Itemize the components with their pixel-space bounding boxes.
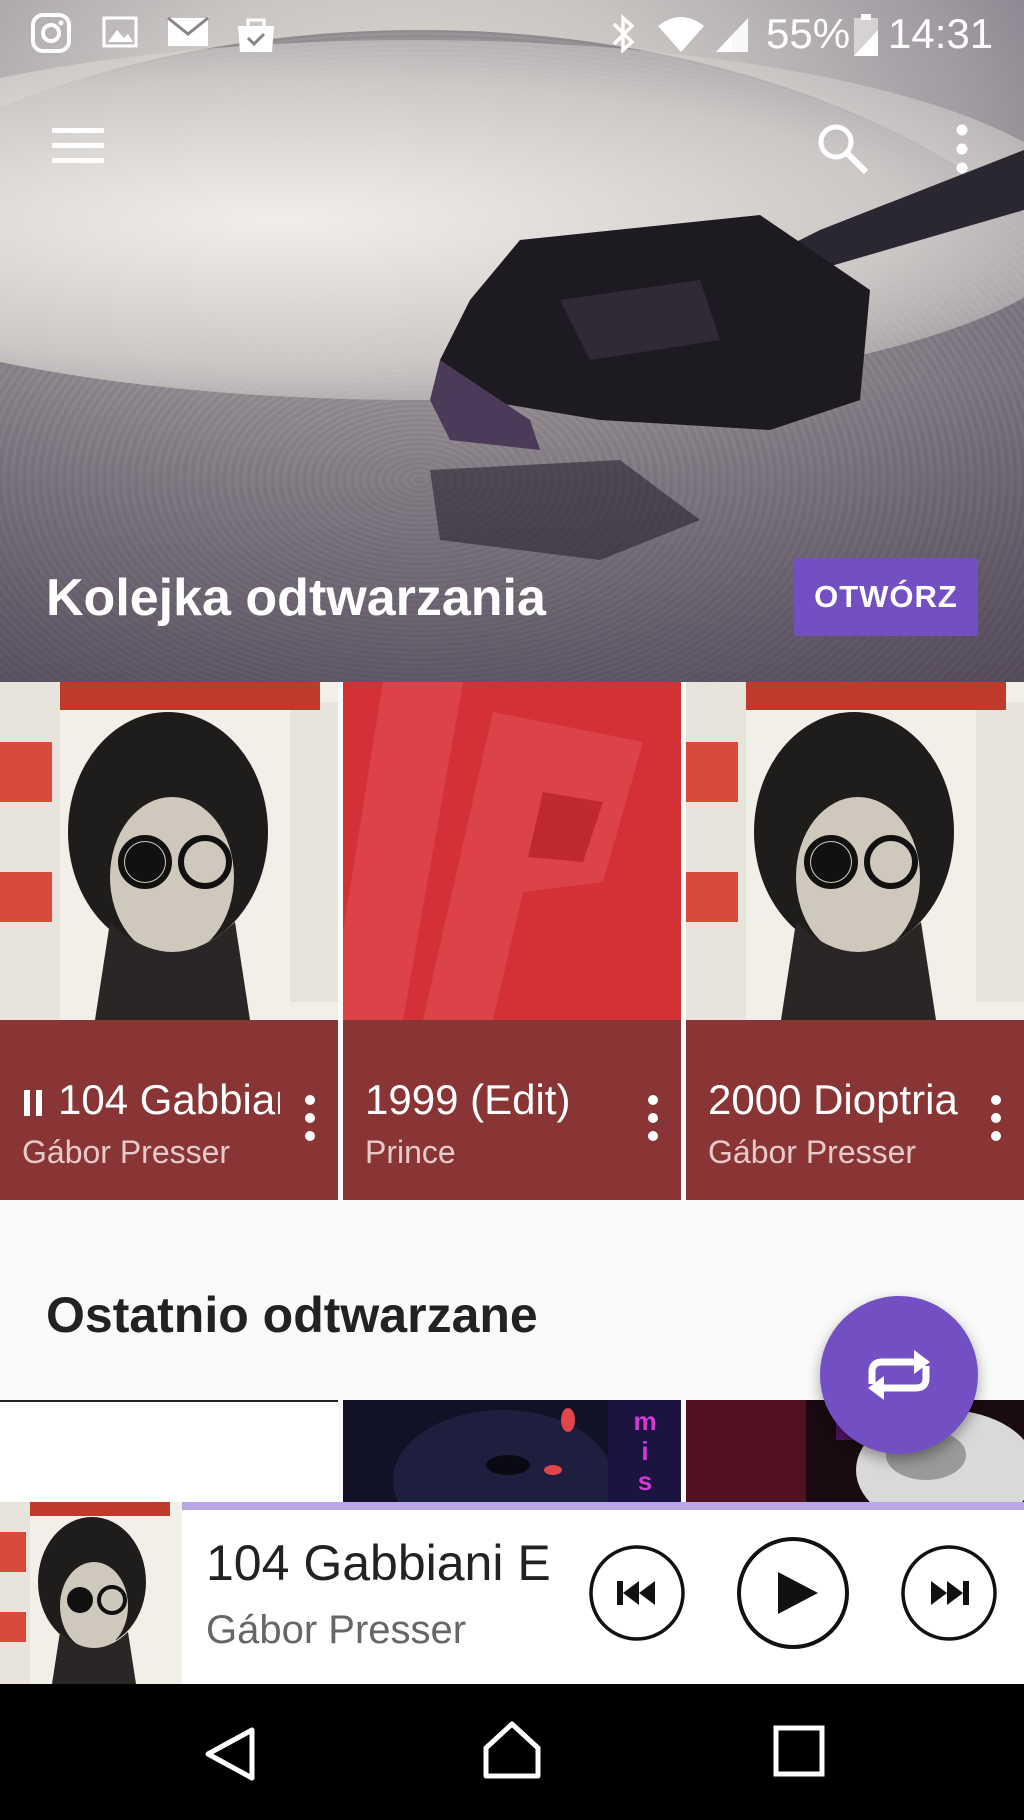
card-artist: Gábor Presser: [22, 1134, 231, 1170]
album-art-placeholder: [343, 682, 681, 1020]
recent-thumb-text: m i s: [633, 1406, 657, 1496]
now-playing-artist: Gábor Presser: [206, 1608, 467, 1652]
album-art-portrait: [0, 682, 338, 1020]
home-icon[interactable]: [480, 1718, 544, 1787]
card-title: 1999 (Edit): [365, 1076, 571, 1123]
queue-hero-banner[interactable]: 55% 14:31 Kolejka odtwarzania OTWÓRZ: [0, 0, 1024, 682]
skip-previous-icon: [589, 1545, 685, 1641]
mail-icon: [166, 12, 210, 57]
hamburger-icon[interactable]: [50, 124, 106, 173]
skip-previous-button[interactable]: [588, 1544, 686, 1647]
bluetooth-icon: [608, 12, 638, 61]
recent-section-title: Ostatnio odtwarzane: [46, 1287, 538, 1343]
card-title: 104 Gabbiani E: [58, 1076, 280, 1123]
card-more-icon[interactable]: [633, 1090, 673, 1150]
status-bar: 55% 14:31: [0, 0, 1024, 70]
battery-percent: 55%: [766, 10, 851, 57]
skip-next-icon: [901, 1545, 997, 1641]
recent-item-2[interactable]: m i s: [343, 1400, 681, 1502]
album-art-portrait: [686, 682, 1024, 1020]
clock: 14:31: [888, 10, 994, 57]
recents-icon[interactable]: [772, 1724, 826, 1783]
recent-item-1[interactable]: [0, 1400, 338, 1504]
pause-indicator-icon: [24, 1090, 42, 1116]
now-playing-art[interactable]: [0, 1502, 182, 1684]
play-button[interactable]: [736, 1536, 850, 1655]
shopping-bag-icon: [234, 12, 278, 59]
card-more-icon[interactable]: [976, 1090, 1016, 1150]
now-playing-title: 104 Gabbiani E: [206, 1535, 551, 1591]
queue-card-1[interactable]: 104 Gabbiani E Gábor Presser: [0, 682, 338, 1200]
image-icon: [100, 12, 140, 57]
play-icon: [737, 1537, 849, 1649]
open-queue-button[interactable]: OTWÓRZ: [794, 558, 978, 636]
card-artist: Prince: [365, 1134, 456, 1170]
repeat-fab[interactable]: [820, 1296, 978, 1454]
search-icon[interactable]: [814, 120, 870, 181]
playback-progress[interactable]: [182, 1502, 1024, 1510]
queue-card-3[interactable]: 2000 Dioptria Gábor Presser: [686, 682, 1024, 1200]
back-icon[interactable]: [200, 1724, 260, 1789]
system-nav-bar: [0, 1684, 1024, 1820]
battery-icon: [852, 12, 880, 63]
card-title: 2000 Dioptria: [708, 1076, 958, 1123]
signal-icon: [712, 12, 752, 61]
queue-card-2[interactable]: 1999 (Edit) Prince: [343, 682, 681, 1200]
card-artist: Gábor Presser: [708, 1134, 917, 1170]
music-app-screen: 55% 14:31 Kolejka odtwarzania OTWÓRZ 104…: [0, 0, 1024, 1820]
card-more-icon[interactable]: [290, 1090, 330, 1150]
skip-next-button[interactable]: [900, 1544, 998, 1647]
wifi-icon: [656, 12, 706, 61]
instagram-icon: [30, 12, 72, 59]
queue-title: Kolejka odtwarzania: [46, 569, 546, 627]
repeat-icon: [868, 1350, 930, 1400]
more-vert-icon[interactable]: [950, 124, 974, 179]
